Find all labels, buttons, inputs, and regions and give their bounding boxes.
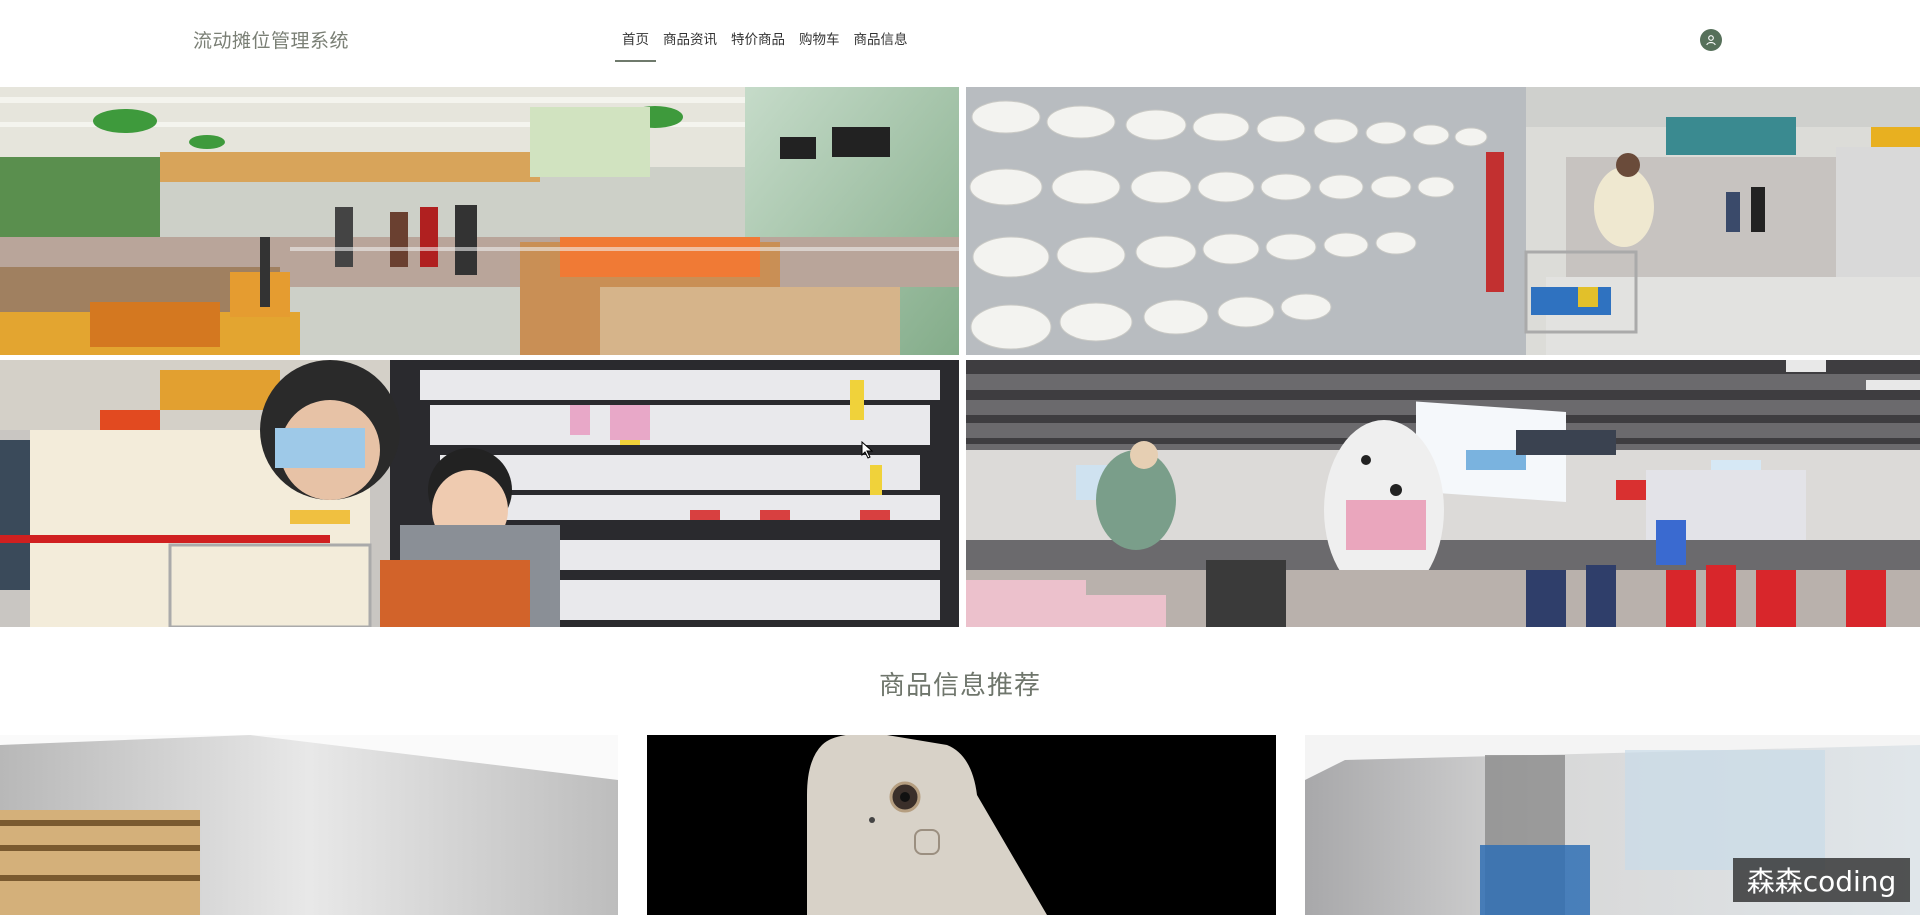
user-icon[interactable] <box>1700 29 1722 51</box>
nav-product-news[interactable]: 商品资讯 <box>656 28 724 62</box>
supermarket-produce-photo <box>0 87 959 355</box>
clothing-department-photo <box>966 360 1920 627</box>
product-card-2-phone[interactable] <box>647 735 1276 915</box>
site-brand[interactable]: 流动摊位管理系统 <box>193 26 349 53</box>
nav-product-info[interactable]: 商品信息 <box>847 28 915 62</box>
hero-banner-grid <box>0 87 1920 627</box>
video-watermark: 森森coding <box>1733 858 1910 902</box>
mouse-cursor-icon <box>861 441 874 459</box>
product-image-2 <box>647 735 1276 915</box>
product-image-1 <box>0 735 618 915</box>
top-header: 流动摊位管理系统 首页 商品资讯 特价商品 购物车 商品信息 <box>0 0 1920 86</box>
supermarket-plates-aisle-photo <box>966 87 1920 355</box>
nav-cart[interactable]: 购物车 <box>792 28 847 62</box>
product-recommendations <box>0 735 1920 915</box>
product-card-1[interactable] <box>0 735 618 915</box>
mother-child-shopping-photo <box>0 360 959 627</box>
user-glyph-icon <box>1706 35 1716 46</box>
main-nav: 首页 商品资讯 特价商品 购物车 商品信息 <box>615 28 915 62</box>
nav-home[interactable]: 首页 <box>615 28 656 62</box>
nav-special-offers[interactable]: 特价商品 <box>724 28 792 62</box>
section-title: 商品信息推荐 <box>878 671 1041 701</box>
